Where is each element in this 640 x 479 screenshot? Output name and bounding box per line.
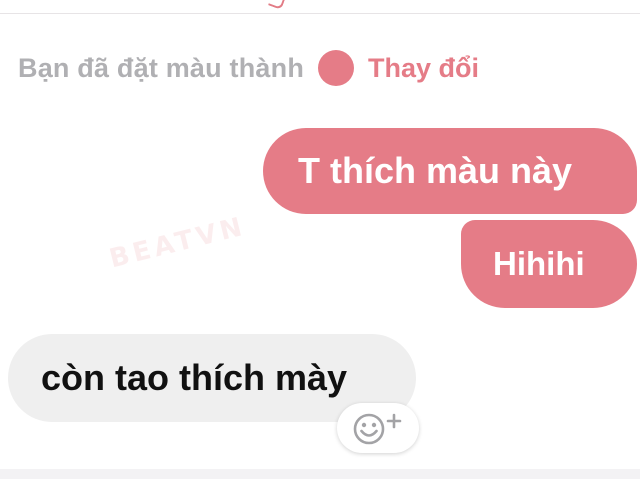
composer-edge: [0, 469, 640, 479]
watermark: BEATVN: [106, 211, 249, 275]
theme-change-notice: Bạn đã đặt màu thành Thay đổi: [18, 50, 479, 86]
add-reaction-button[interactable]: [337, 403, 419, 453]
add-reaction-icon: [348, 409, 408, 447]
change-theme-button[interactable]: Thay đổi: [368, 53, 479, 84]
outgoing-message[interactable]: T thích màu này: [263, 128, 637, 214]
chat-screen: Bạn đã đặt màu thành Thay đổi BEATVN T t…: [0, 0, 640, 479]
theme-color-swatch: [318, 50, 355, 86]
notice-text: Bạn đã đặt màu thành: [18, 52, 305, 83]
message-text: Hihihi: [493, 245, 585, 282]
message-text: T thích màu này: [298, 150, 573, 191]
outgoing-message[interactable]: Hihihi: [461, 220, 637, 308]
message-text: còn tao thích mày: [41, 357, 348, 398]
header-divider: [0, 0, 640, 14]
header-edge-mark: [268, 0, 286, 10]
